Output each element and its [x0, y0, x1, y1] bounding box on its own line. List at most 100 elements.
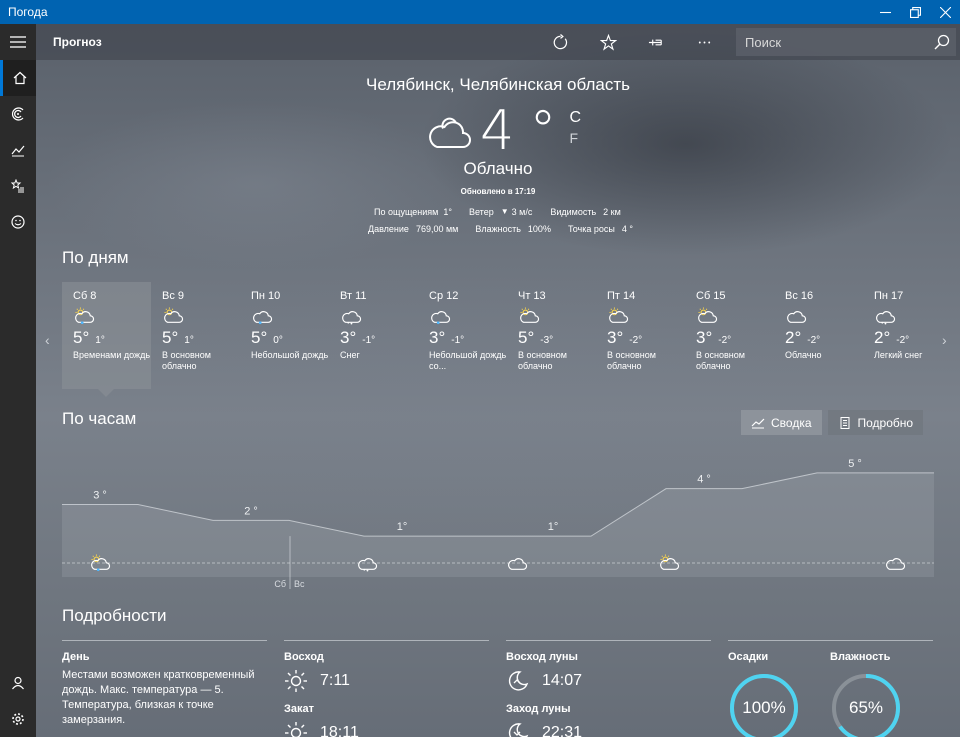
cloud-rain-icon — [429, 307, 451, 325]
hourly-temp-label: 1° — [397, 521, 408, 533]
day-forecast-item[interactable]: Сб 15 3° -2° В основном облачно — [685, 282, 774, 389]
sidebar-item-forecast[interactable] — [0, 60, 36, 96]
day-forecast-item[interactable]: Ср 12 3° -1° Небольшой дождь со... — [418, 282, 507, 389]
current-details-row-1: По ощущениям 1° Ветер ▼ 3 м/с Видимость … — [374, 207, 621, 217]
page-title: Прогноз — [53, 35, 102, 49]
hamburger-menu-button[interactable] — [0, 24, 36, 60]
day-condition: В основном облачно — [607, 350, 656, 371]
updated-time: Обновлено в 17:19 — [460, 187, 536, 196]
summary-toggle-label: Сводка — [771, 415, 812, 430]
pin-button[interactable] — [632, 24, 680, 60]
day-marker-label: Сб — [274, 579, 286, 589]
visibility-label: Видимость — [550, 207, 597, 217]
day-low-temp: -2° — [807, 335, 821, 346]
day-high-temp: 5° — [518, 328, 535, 347]
search-input[interactable] — [745, 34, 934, 50]
gear-icon — [12, 713, 24, 725]
sidebar-item-maps[interactable] — [0, 96, 36, 132]
moonset-value: 22:31 — [542, 724, 583, 737]
sidebar — [0, 24, 36, 737]
star-icon — [599, 33, 617, 51]
day-condition: Временами дождь — [73, 350, 151, 360]
home-icon — [13, 71, 26, 85]
day-low-temp: -3° — [540, 335, 554, 346]
day-condition: В основном облачно — [696, 350, 745, 371]
sidebar-item-historical[interactable] — [0, 132, 36, 168]
day-forecast-item[interactable]: Вс 9 5° 1° В основном облачно — [151, 282, 240, 389]
sidebar-item-account[interactable] — [0, 665, 36, 701]
favorites-list-icon — [11, 179, 24, 193]
day-high-temp: 5° — [73, 328, 90, 347]
sidebar-item-settings[interactable] — [0, 701, 36, 737]
day-low-temp: 1° — [95, 335, 105, 346]
refresh-button[interactable] — [536, 24, 584, 60]
wind-label: Ветер — [468, 207, 494, 217]
day-marker-label: Вс — [294, 579, 305, 589]
day-label: День — [62, 651, 90, 663]
day-high-temp: 5° — [162, 328, 179, 347]
pressure-label: Давление — [368, 224, 409, 234]
user-icon — [12, 676, 24, 690]
cloud-sun-icon — [518, 307, 540, 325]
sunset-icon — [285, 722, 307, 737]
day-forecast-item[interactable]: Вс 16 2° -2° Облачно — [774, 282, 863, 389]
hourly-view-toggle: Сводка Подробно — [741, 410, 924, 435]
day-condition: В основном облачно — [162, 350, 211, 371]
close-button[interactable] — [930, 0, 960, 24]
sidebar-item-feedback[interactable] — [0, 204, 36, 240]
details-rings-divider — [728, 640, 933, 642]
search-box[interactable] — [736, 28, 956, 56]
sunrise-label: Восход — [284, 651, 324, 663]
unit-fahrenheit-button[interactable]: F — [570, 128, 582, 148]
hourly-temp-label: 2 ° — [244, 505, 258, 517]
day-condition: В основном облачно — [518, 350, 567, 371]
current-condition: Облачно — [463, 159, 533, 178]
sunset-label: Закат — [284, 703, 315, 715]
unit-switch: C F — [570, 108, 582, 148]
chart-line-icon — [751, 418, 765, 428]
moonset-label: Заход луны — [506, 703, 571, 715]
day-forecast-item[interactable]: Пн 10 5° 0° Небольшой дождь — [240, 282, 329, 389]
details-sun-column: Восход 7:11 Закат 18:11 — [284, 640, 489, 737]
day-high-temp: 2° — [874, 328, 891, 347]
daily-heading: По дням — [62, 248, 129, 267]
moonrise-value: 14:07 — [542, 672, 583, 689]
window-titlebar: Погода — [0, 0, 960, 24]
precipitation-label: Осадки — [728, 651, 769, 663]
day-forecast-item[interactable]: Вт 11 3° -1° Снег — [329, 282, 418, 389]
day-name: Ср 12 — [429, 290, 459, 302]
detailed-toggle[interactable]: Подробно — [827, 410, 924, 435]
day-name: Пн 10 — [251, 290, 281, 302]
day-forecast-item[interactable]: Пн 17 2° -2° Легкий снег — [863, 282, 952, 389]
sidebar-item-favorites[interactable] — [0, 168, 36, 204]
moonrise-icon — [508, 671, 529, 691]
hourly-temp-label: 5 ° — [848, 458, 862, 470]
cloud-sun-icon — [696, 307, 718, 325]
day-high-temp: 3° — [696, 328, 713, 347]
days-prev-arrow[interactable]: ‹ — [45, 332, 50, 348]
minimize-button[interactable] — [870, 0, 900, 24]
summary-toggle[interactable]: Сводка — [741, 410, 822, 435]
day-forecast-item[interactable]: Пт 14 3° -2° В основном облачно — [596, 282, 685, 389]
day-forecast-item[interactable]: Чт 13 5° -3° В основном облачно — [507, 282, 596, 389]
day-condition: Легкий снег — [874, 350, 923, 360]
day-high-temp: 3° — [340, 328, 357, 347]
day-low-temp: -1° — [362, 335, 376, 346]
day-forecast-item[interactable]: Сб 8 5° 1° Временами дождь — [62, 282, 151, 397]
hourly-temp-label: 1° — [548, 521, 559, 533]
more-button[interactable] — [680, 24, 728, 60]
search-icon[interactable] — [934, 34, 950, 50]
restore-button[interactable] — [900, 0, 930, 24]
details-moon-column: Восход луны 14:07 Заход луны 22:31 — [506, 640, 711, 737]
unit-celsius-button[interactable]: C — [570, 108, 582, 128]
cloud-icon — [785, 307, 807, 325]
humidity-gauge-label: Влажность — [830, 651, 891, 663]
day-low-temp: -1° — [451, 335, 465, 346]
day-high-temp: 3° — [429, 328, 446, 347]
favorite-button[interactable] — [584, 24, 632, 60]
days-next-arrow[interactable]: › — [942, 332, 947, 348]
day-low-temp: -2° — [718, 335, 732, 346]
detailed-toggle-label: Подробно — [857, 415, 914, 430]
day-name: Пт 14 — [607, 290, 636, 302]
wind-value: 3 м/с — [511, 207, 533, 217]
